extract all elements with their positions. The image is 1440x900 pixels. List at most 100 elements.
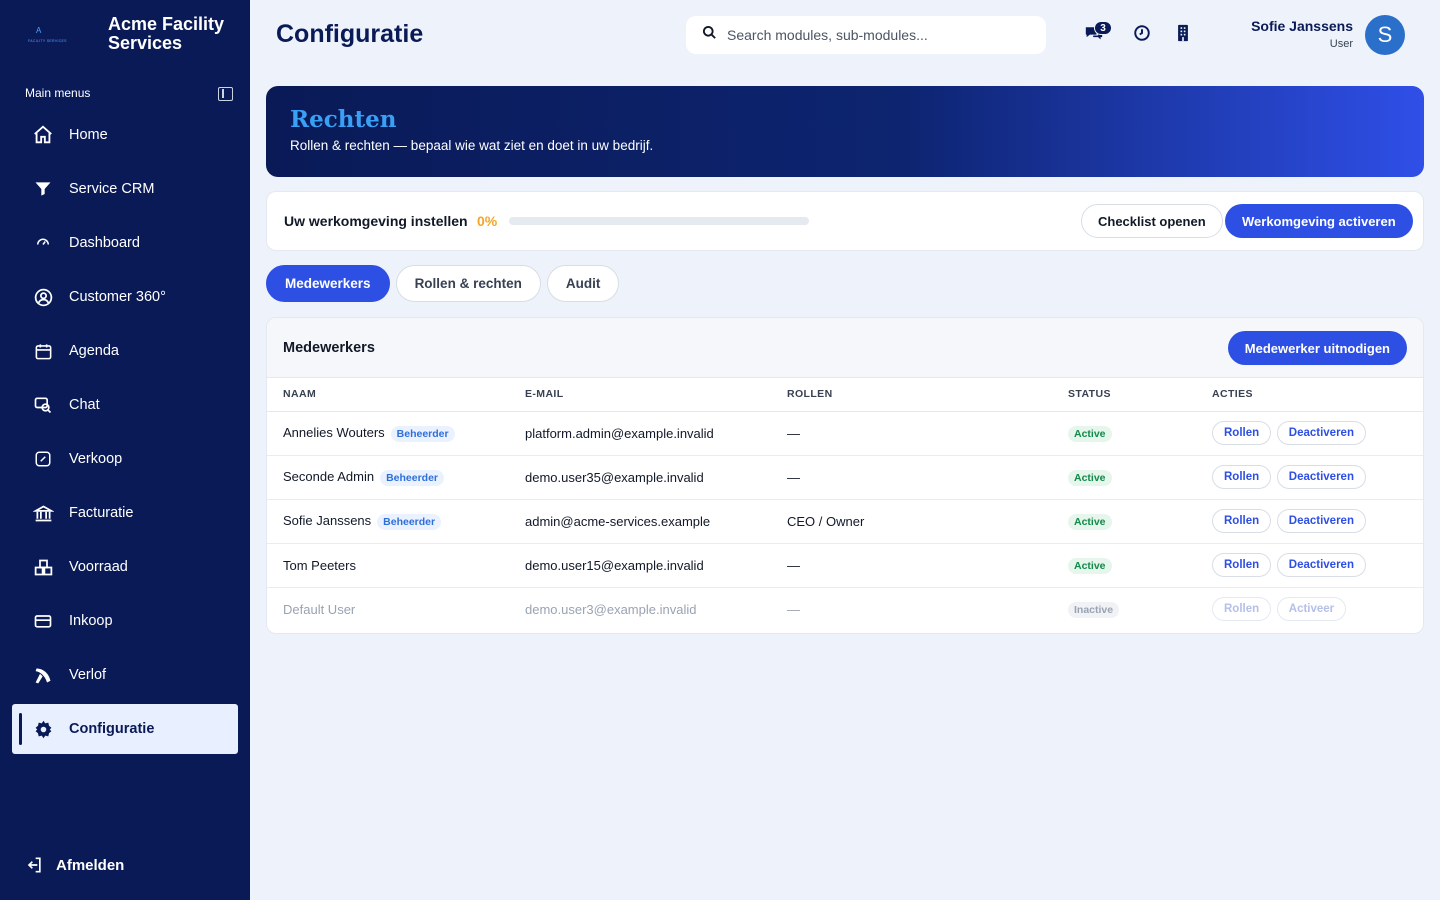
setup-bar: Uw werkomgeving instellen 0% Checklist o… — [266, 191, 1424, 251]
setup-progress-label: 0% — [477, 213, 498, 229]
tab-bar: Medewerkers Rollen & rechten Audit — [266, 265, 620, 302]
clock-icon — [1133, 24, 1151, 47]
sidebar-item-dashboard[interactable]: Dashboard — [12, 218, 238, 268]
column-header-status[interactable]: STATUS — [1052, 378, 1196, 412]
sidebar-item-label: Home — [69, 127, 108, 143]
cell-email: admin@acme-services.example — [509, 499, 771, 544]
sidebar-item-inkoop[interactable]: Inkoop — [12, 596, 238, 646]
deactivate-button[interactable]: Deactiveren — [1276, 421, 1366, 445]
cell-roles: — — [787, 601, 800, 617]
avatar[interactable]: S — [1365, 15, 1405, 55]
activate-workspace-button[interactable]: Werkomgeving activeren — [1225, 204, 1413, 238]
table-header-row: NAAM E-MAIL ROLLEN STATUS ACTIES — [267, 378, 1423, 412]
deactivate-button[interactable]: Deactiveren — [1276, 553, 1366, 577]
admin-badge: Beheerder — [377, 513, 442, 530]
sidebar-item-configuratie[interactable]: Configuratie — [12, 704, 238, 754]
cell-name: Seconde Admin Beheerder — [267, 455, 509, 500]
logout-button[interactable]: Afmelden — [24, 854, 124, 876]
table-row: Tom Peeters demo.user15@example.invalid … — [267, 543, 1423, 588]
chat-badge: 3 — [1094, 21, 1112, 35]
column-header-actions: ACTIES — [1196, 378, 1423, 412]
brand-name: Acme Facility Services — [108, 14, 225, 53]
column-header-roles[interactable]: ROLLEN — [771, 378, 1052, 412]
table-row: Default User demo.user3@example.invalid … — [267, 587, 1423, 631]
deactivate-button[interactable]: Deactiveren — [1276, 509, 1366, 533]
gauge-icon — [32, 232, 54, 254]
table-row: Sofie Janssens Beheerder admin@acme-servi… — [267, 499, 1423, 544]
sidebar-nav: Home Service CRM Dashboard Customer 360°… — [12, 110, 238, 758]
admin-badge: Beheerder — [390, 425, 455, 442]
calendar-icon — [32, 340, 54, 362]
search-bar[interactable] — [686, 16, 1046, 54]
hero-banner: Rechten Rollen & rechten — bepaal wie wa… — [266, 86, 1424, 177]
search-input[interactable] — [727, 27, 1027, 43]
sidebar-item-facturatie[interactable]: Facturatie — [12, 488, 238, 538]
user-name: Sofie Janssens — [1251, 18, 1353, 34]
activate-button[interactable]: Activeer — [1276, 597, 1347, 622]
sidebar-item-label: Inkoop — [69, 613, 113, 629]
company-button[interactable] — [1172, 24, 1194, 46]
status-badge: Active — [1068, 513, 1112, 530]
history-button[interactable] — [1131, 24, 1153, 46]
cell-status: Active — [1052, 455, 1196, 500]
sidebar-item-home[interactable]: Home — [12, 110, 238, 160]
sidebar-item-label: Configuratie — [69, 721, 155, 737]
logout-icon — [24, 854, 46, 876]
roles-button[interactable]: Rollen — [1212, 465, 1272, 489]
user-info[interactable]: Sofie Janssens User — [1251, 18, 1353, 50]
sidebar-item-service-crm[interactable]: Service CRM — [12, 164, 238, 214]
sidebar-item-label: Agenda — [69, 343, 119, 359]
roles-button[interactable]: Rollen — [1212, 597, 1272, 622]
employees-card: Medewerkers Medewerker uitnodigen NAAM E… — [266, 317, 1424, 634]
sidebar-item-voorraad[interactable]: Voorraad — [12, 542, 238, 592]
cell-roles: — — [771, 543, 1052, 588]
tab-rollen-rechten[interactable]: Rollen & rechten — [395, 265, 541, 302]
building-icon — [1176, 24, 1190, 47]
sidebar-item-customer-360[interactable]: Customer 360° — [12, 272, 238, 322]
menu-heading: Main menus — [25, 86, 91, 100]
employee-name: Seconde Admin — [283, 468, 375, 484]
sidebar-item-label: Verlof — [69, 667, 107, 683]
brand-logo: A FACILITY SERVICES — [28, 26, 72, 46]
sidebar-item-verlof[interactable]: Verlof — [12, 650, 238, 700]
cell-email: demo.user15@example.invalid — [509, 543, 771, 588]
funnel-icon — [32, 178, 54, 200]
sidebar-item-label: Voorraad — [69, 559, 128, 575]
percent-icon — [32, 448, 54, 470]
employee-name: Tom Peeters — [283, 557, 356, 573]
checklist-button[interactable]: Checklist openen — [1081, 204, 1223, 238]
cell-actions: Rollen Activeer — [1196, 587, 1423, 631]
admin-badge: Beheerder — [380, 469, 445, 486]
chat-icon — [32, 394, 54, 416]
cell-email: demo.user35@example.invalid — [509, 455, 771, 500]
cell-name: Default User — [267, 587, 509, 631]
invite-employee-button[interactable]: Medewerker uitnodigen — [1227, 331, 1407, 365]
sidebar-item-agenda[interactable]: Agenda — [12, 326, 238, 376]
sidebar-item-verkoop[interactable]: Verkoop — [12, 434, 238, 484]
cell-roles: CEO / Owner — [771, 499, 1052, 544]
sidebar-item-chat[interactable]: Chat — [12, 380, 238, 430]
tab-audit[interactable]: Audit — [546, 265, 620, 302]
brand[interactable]: A FACILITY SERVICES Acme Facility Servic… — [24, 14, 234, 58]
cell-roles: — — [771, 411, 1052, 456]
roles-button[interactable]: Rollen — [1212, 421, 1272, 445]
sidebar-collapse-icon[interactable] — [218, 87, 233, 101]
cell-name: Annelies Wouters Beheerder — [267, 411, 509, 456]
page-title: Configuratie — [276, 20, 424, 48]
status-badge: Active — [1068, 557, 1112, 574]
tab-medewerkers[interactable]: Medewerkers — [266, 265, 390, 302]
cell-name: Tom Peeters — [267, 543, 509, 588]
cell-email: platform.admin@example.invalid — [509, 411, 771, 456]
user-role: User — [1329, 38, 1353, 50]
column-header-name[interactable]: NAAM — [267, 378, 509, 412]
plane-icon — [32, 664, 54, 686]
deactivate-button[interactable]: Deactiveren — [1276, 465, 1366, 489]
sidebar-item-label: Facturatie — [69, 505, 134, 521]
roles-button[interactable]: Rollen — [1212, 509, 1272, 533]
chat-button[interactable]: 3 — [1083, 21, 1112, 46]
column-header-email[interactable]: E-MAIL — [509, 378, 771, 412]
employee-name: Annelies Wouters — [283, 424, 385, 440]
cell-email: demo.user3@example.invalid — [525, 601, 697, 617]
status-badge: Active — [1068, 469, 1112, 486]
roles-button[interactable]: Rollen — [1212, 553, 1272, 577]
